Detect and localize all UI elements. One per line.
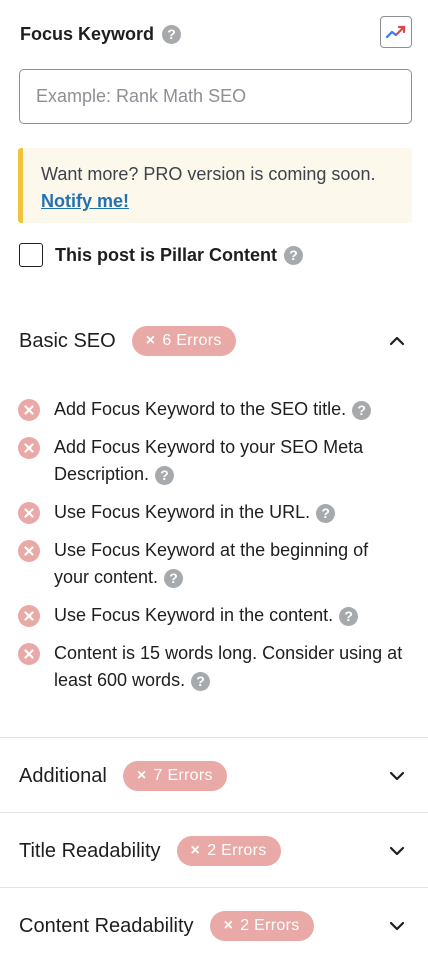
question-icon[interactable]: ? (191, 671, 211, 691)
close-icon: × (190, 842, 201, 859)
error-icon (18, 643, 40, 665)
list-item: Use Focus Keyword in the content.? (18, 602, 408, 629)
error-icon (18, 540, 40, 562)
list-item: Use Focus Keyword at the beginning of yo… (18, 537, 408, 591)
error-icon (18, 502, 40, 524)
test-text: Use Focus Keyword in the URL.? (54, 499, 336, 526)
basic-seo-test-list: Add Focus Keyword to the SEO title.? Add… (18, 396, 408, 705)
list-item: Content is 15 words long. Consider using… (18, 640, 408, 694)
test-text: Use Focus Keyword at the beginning of yo… (54, 540, 369, 588)
close-icon: × (223, 917, 234, 934)
section-additional[interactable]: Additional × 7 Errors (19, 758, 408, 794)
section-basic-seo[interactable]: Basic SEO × 6 Errors (19, 323, 408, 359)
question-icon[interactable]: ? (339, 606, 359, 626)
notify-me-link[interactable]: Notify me! (41, 191, 129, 211)
section-title-readability[interactable]: Title Readability × 2 Errors (19, 833, 408, 869)
error-badge: × 2 Errors (209, 911, 314, 941)
divider (0, 737, 428, 738)
test-text: Add Focus Keyword to your SEO Meta Descr… (54, 437, 364, 485)
question-icon[interactable]: ? (155, 465, 175, 485)
focus-keyword-header: Focus Keyword ? (20, 16, 412, 50)
divider (0, 887, 428, 888)
error-badge: × 2 Errors (176, 836, 281, 866)
section-title: Content Readability (19, 914, 194, 937)
question-icon[interactable]: ? (316, 503, 336, 523)
chevron-down-icon[interactable] (386, 765, 408, 787)
chevron-down-icon[interactable] (386, 840, 408, 862)
test-text: Content is 15 words long. Consider using… (54, 643, 403, 691)
close-icon: × (136, 767, 147, 784)
list-item: Use Focus Keyword in the URL.? (18, 499, 408, 526)
question-icon[interactable]: ? (164, 568, 184, 588)
section-title: Title Readability (19, 839, 161, 862)
error-badge: × 7 Errors (122, 761, 227, 791)
error-icon (18, 399, 40, 421)
question-icon[interactable]: ? (352, 400, 372, 420)
pro-notice: Want more? PRO version is coming soon. N… (18, 148, 412, 223)
error-icon (18, 437, 40, 459)
divider (0, 812, 428, 813)
test-text: Add Focus Keyword to the SEO title.? (54, 396, 372, 423)
section-content-readability[interactable]: Content Readability × 2 Errors (19, 908, 408, 944)
close-icon: × (145, 332, 156, 349)
pillar-content-label[interactable]: This post is Pillar Content (55, 245, 277, 266)
chevron-up-icon[interactable] (386, 330, 408, 352)
section-title: Basic SEO (19, 329, 116, 352)
focus-keyword-input[interactable] (19, 69, 412, 124)
focus-keyword-title: Focus Keyword (20, 23, 155, 44)
section-title: Additional (19, 764, 107, 787)
question-icon[interactable]: ? (284, 245, 304, 265)
question-icon[interactable]: ? (162, 24, 182, 44)
list-item: Add Focus Keyword to the SEO title.? (18, 396, 408, 423)
chevron-down-icon[interactable] (386, 915, 408, 937)
list-item: Add Focus Keyword to your SEO Meta Descr… (18, 434, 408, 488)
pro-notice-text: Want more? PRO version is coming soon. (41, 164, 376, 184)
trends-button[interactable] (380, 16, 412, 48)
error-icon (18, 605, 40, 627)
pillar-content-checkbox[interactable] (19, 243, 43, 267)
error-badge: × 6 Errors (131, 326, 236, 356)
pillar-content-option[interactable]: This post is Pillar Content ? (19, 243, 304, 267)
trend-chart-icon (385, 25, 406, 39)
test-text: Use Focus Keyword in the content.? (54, 602, 359, 629)
